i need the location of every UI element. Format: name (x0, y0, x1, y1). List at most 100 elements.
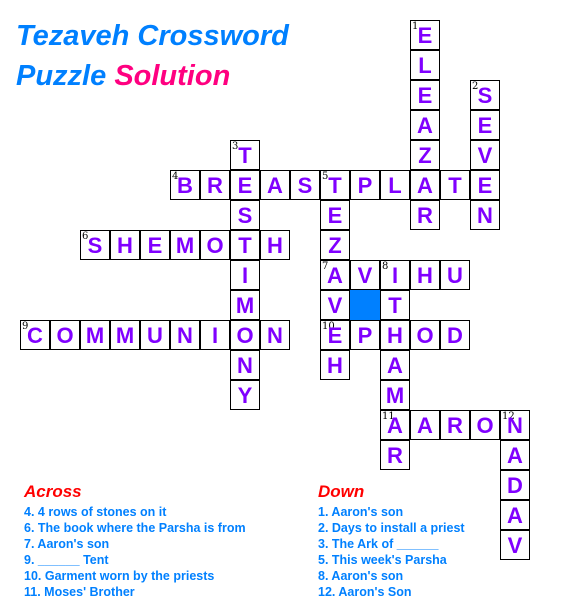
grid-cell[interactable]: V (500, 530, 530, 560)
grid-cell[interactable]: M (380, 380, 410, 410)
grid-cell[interactable]: H (320, 350, 350, 380)
grid-cell[interactable]: 3T (230, 140, 260, 170)
grid-cell[interactable]: A (410, 170, 440, 200)
grid-cell[interactable]: A (500, 440, 530, 470)
grid-cell[interactable]: R (200, 170, 230, 200)
across-clue: 9. ______ Tent (24, 553, 109, 567)
grid-cell[interactable]: O (230, 320, 260, 350)
cell-letter: O (416, 323, 434, 348)
across-clues: Across 4. 4 rows of stones on it 6. The … (24, 482, 246, 600)
cell-letter: I (391, 263, 399, 288)
grid-cell[interactable]: O (470, 410, 500, 440)
grid-cell[interactable]: E (470, 170, 500, 200)
cell-letter: U (147, 323, 163, 348)
grid-cell[interactable]: 2S (470, 80, 500, 110)
cell-letter: D (507, 473, 523, 498)
down-clues: Down 1. Aaron's son 2. Days to install a… (318, 482, 465, 600)
grid-cell[interactable]: I (230, 260, 260, 290)
grid-cell[interactable]: S (230, 200, 260, 230)
grid-cell[interactable]: H (260, 230, 290, 260)
grid-cell[interactable]: 9C (20, 320, 50, 350)
cell-letter: A (267, 173, 283, 198)
grid-cell[interactable]: Y (230, 380, 260, 410)
cell-letter: E (417, 83, 433, 108)
cell-letter: A (387, 353, 403, 378)
grid-cell[interactable]: U (440, 260, 470, 290)
grid-cell[interactable]: N (470, 200, 500, 230)
grid-cell[interactable]: 4B (170, 170, 200, 200)
cell-letter: R (207, 173, 223, 198)
grid-cell[interactable]: E (470, 110, 500, 140)
grid-cell[interactable]: P (350, 320, 380, 350)
grid-cell[interactable]: N (260, 320, 290, 350)
grid-cell[interactable]: 11 A (380, 410, 410, 440)
grid-cell[interactable]: R (440, 410, 470, 440)
grid-cell[interactable]: I (200, 320, 230, 350)
grid-cell[interactable]: M (110, 320, 140, 350)
cell-letter: M (85, 323, 105, 348)
grid-cell[interactable]: O (50, 320, 80, 350)
cell-letter: Y (237, 383, 253, 408)
grid-cell[interactable]: E (230, 170, 260, 200)
grid-cell[interactable]: R (380, 440, 410, 470)
grid-cell[interactable]: T (440, 170, 470, 200)
grid-cell[interactable]: T (230, 230, 260, 260)
cell-letter: P (357, 173, 373, 198)
cell-letter: C (27, 323, 43, 348)
grid-cell[interactable]: O (200, 230, 230, 260)
grid-cell[interactable]: M (170, 230, 200, 260)
cell-letter: A (417, 413, 433, 438)
grid-cell[interactable]: U (140, 320, 170, 350)
grid-cell[interactable]: Z (410, 140, 440, 170)
cell-letter: E (147, 233, 163, 258)
grid-cell[interactable]: A (410, 110, 440, 140)
across-clue: 11. Moses' Brother (24, 585, 135, 599)
grid-cell[interactable]: T (380, 290, 410, 320)
grid-cell[interactable]: Z (320, 230, 350, 260)
cell-letter: V (477, 143, 493, 168)
across-clue: 10. Garment worn by the priests (24, 569, 215, 583)
cell-letter: L (418, 53, 432, 78)
grid-cell[interactable]: M (80, 320, 110, 350)
grid-cell[interactable]: M (230, 290, 260, 320)
grid-cell[interactable]: 6S (80, 230, 110, 260)
grid-cell[interactable]: H (380, 320, 410, 350)
grid-cell[interactable]: 7A (320, 260, 350, 290)
grid-cell[interactable]: 1E (410, 20, 440, 50)
grid-cell[interactable]: E (320, 200, 350, 230)
cell-letter: H (327, 353, 343, 378)
grid-cell[interactable]: H (110, 230, 140, 260)
grid-cell[interactable]: E (410, 80, 440, 110)
cell-letter: N (267, 323, 283, 348)
grid-cell[interactable]: A (500, 500, 530, 530)
grid-cell[interactable]: A (410, 410, 440, 440)
cell-letter: A (387, 413, 403, 438)
grid-cell[interactable]: 8I (380, 260, 410, 290)
grid-cell[interactable]: A (380, 350, 410, 380)
grid-cell[interactable]: P (350, 170, 380, 200)
grid-cell[interactable]: V (350, 260, 380, 290)
cell-letter: O (56, 323, 74, 348)
cell-letter: M (235, 293, 255, 318)
grid-cell[interactable]: 10 E (320, 320, 350, 350)
cell-letter: V (327, 293, 343, 318)
across-clue: 7. Aaron's son (24, 537, 110, 551)
grid-cell[interactable]: N (230, 350, 260, 380)
grid-cell[interactable]: 12 N (500, 410, 530, 440)
grid-cell[interactable]: D (500, 470, 530, 500)
grid-cell[interactable]: L (380, 170, 410, 200)
grid-cell[interactable]: O (410, 320, 440, 350)
grid-cell[interactable]: R (410, 200, 440, 230)
grid-cell[interactable]: A (260, 170, 290, 200)
grid-cell[interactable]: S (290, 170, 320, 200)
grid-cell[interactable]: L (410, 50, 440, 80)
grid-cell[interactable]: N (170, 320, 200, 350)
grid-cell[interactable]: D (440, 320, 470, 350)
cell-letter: Z (418, 143, 432, 168)
cell-letter: N (507, 413, 523, 438)
grid-cell[interactable]: E (140, 230, 170, 260)
grid-cell[interactable]: V (470, 140, 500, 170)
grid-cell[interactable]: V (320, 290, 350, 320)
grid-cell[interactable]: H (410, 260, 440, 290)
grid-cell[interactable]: 5T (320, 170, 350, 200)
